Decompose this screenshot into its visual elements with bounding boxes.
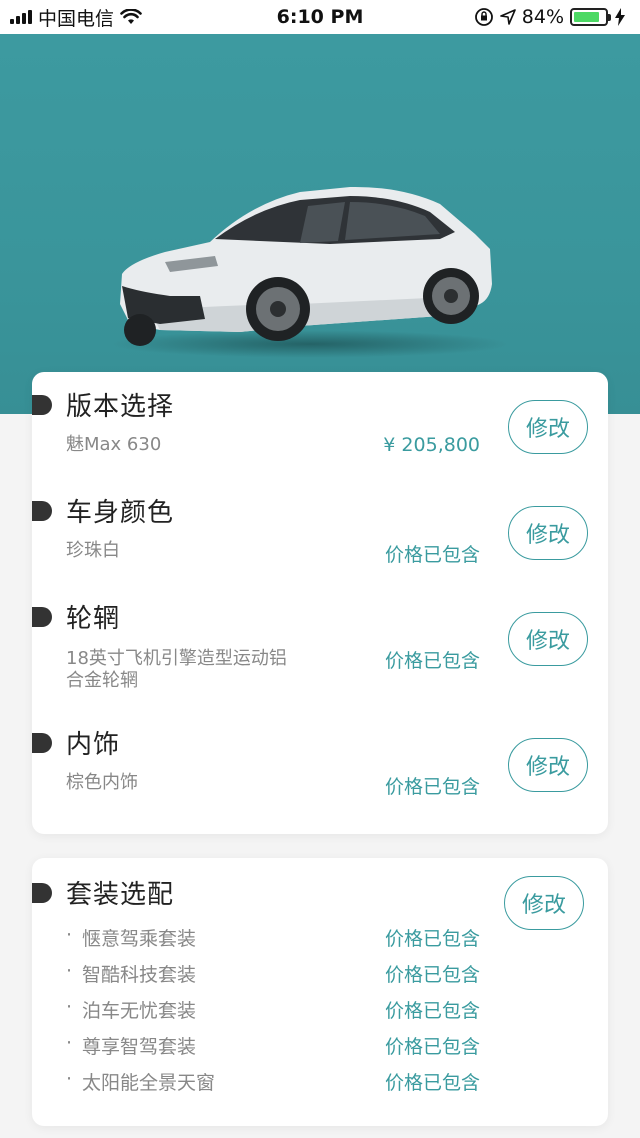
- package-item: · 智酷科技套装 价格已包含: [66, 960, 480, 986]
- section-color: 车身颜色 珍珠白 价格已包含 修改: [32, 492, 608, 582]
- section-value: 珍珠白: [66, 540, 120, 561]
- battery-percent: 84%: [521, 6, 564, 28]
- package-item: · 尊享智驾套装 价格已包含: [66, 1032, 480, 1058]
- package-name: 泊车无忧套装: [82, 1000, 197, 1022]
- signal-icon: [10, 10, 32, 24]
- section-title: 轮辋: [66, 604, 121, 634]
- wifi-icon: [120, 9, 142, 24]
- location-icon: [499, 9, 516, 25]
- edit-wheels-button[interactable]: 修改: [508, 612, 588, 666]
- section-interior: 内饰 棕色内饰 价格已包含 修改: [32, 724, 608, 814]
- package-card: 套装选配 修改 · 惬意驾乘套装 价格已包含 · 智酷科技套装 价格已包含 · …: [32, 858, 608, 1126]
- package-bullet: ·: [66, 996, 73, 1018]
- section-price: ¥ 205,800: [383, 434, 480, 456]
- section-version: 版本选择 魅Max 630 ¥ 205,800 修改: [32, 386, 608, 476]
- hero-banner: [0, 34, 640, 414]
- package-bullet: ·: [66, 924, 73, 946]
- edit-color-button[interactable]: 修改: [508, 506, 588, 560]
- status-left: 中国电信: [10, 4, 142, 31]
- package-name: 智酷科技套装: [82, 964, 197, 986]
- section-price: 价格已包含: [384, 544, 480, 566]
- status-bar: 中国电信 6:10 PM 84%: [0, 0, 640, 34]
- package-name: 惬意驾乘套装: [82, 928, 197, 950]
- edit-interior-button[interactable]: 修改: [508, 738, 588, 792]
- section-title: 版本选择: [66, 392, 175, 422]
- battery-icon: [570, 8, 611, 26]
- section-marker: [32, 733, 52, 753]
- carrier-label: 中国电信: [38, 7, 115, 30]
- package-bullet: ·: [66, 960, 73, 982]
- config-card: 版本选择 魅Max 630 ¥ 205,800 修改 车身颜色 珍珠白 价格已包…: [32, 372, 608, 834]
- package-price: 价格已包含: [384, 928, 480, 950]
- charging-icon: [615, 8, 625, 26]
- section-price: 价格已包含: [384, 776, 480, 798]
- package-price: 价格已包含: [384, 1000, 480, 1022]
- package-item: · 泊车无忧套装 价格已包含: [66, 996, 480, 1022]
- status-right: 84%: [474, 6, 626, 28]
- package-bullet: ·: [66, 1068, 73, 1090]
- section-value: 18英寸飞机引擎造型运动铝合金轮辋: [66, 648, 287, 691]
- edit-packages-button[interactable]: 修改: [504, 876, 584, 930]
- package-price: 价格已包含: [384, 964, 480, 986]
- section-title: 车身颜色: [66, 498, 175, 528]
- package-price: 价格已包含: [384, 1072, 480, 1094]
- package-name: 尊享智驾套装: [82, 1036, 197, 1058]
- package-name: 太阳能全景天窗: [82, 1072, 216, 1094]
- status-time: 6:10 PM: [276, 6, 364, 28]
- section-marker: [32, 607, 52, 627]
- section-value: 棕色内饰: [66, 772, 138, 793]
- orientation-lock-icon: [474, 8, 493, 26]
- package-item: · 太阳能全景天窗 价格已包含: [66, 1068, 480, 1094]
- car-image: [120, 186, 492, 346]
- section-title: 内饰: [66, 730, 121, 760]
- section-marker: [32, 883, 52, 903]
- section-title: 套装选配: [66, 880, 175, 910]
- section-wheels: 轮辋 18英寸飞机引擎造型运动铝合金轮辋 价格已包含 修改: [32, 598, 608, 698]
- package-bullet: ·: [66, 1032, 73, 1054]
- package-item: · 惬意驾乘套装 价格已包含: [66, 924, 480, 950]
- section-price: 价格已包含: [384, 650, 480, 672]
- package-price: 价格已包含: [384, 1036, 480, 1058]
- edit-version-button[interactable]: 修改: [508, 400, 588, 454]
- section-value: 魅Max 630: [66, 434, 162, 455]
- section-marker: [32, 395, 52, 415]
- section-marker: [32, 501, 52, 521]
